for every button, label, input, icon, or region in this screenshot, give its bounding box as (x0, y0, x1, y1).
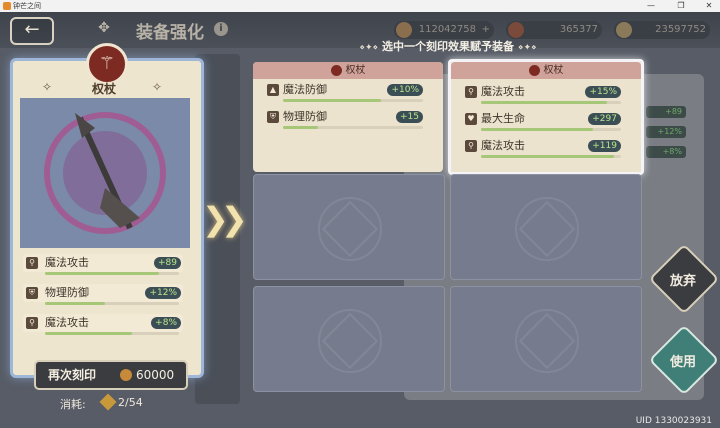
item-stat-row: ⚲ 魔法攻击 +8% (23, 314, 183, 335)
gem-icon (508, 22, 524, 38)
close-button[interactable]: ✕ (698, 0, 720, 12)
coin-icon (396, 22, 412, 38)
stat-label: 魔法攻击 (481, 139, 525, 152)
option-title: 权杖 (345, 65, 366, 76)
wand-icon: ⚲ (26, 317, 38, 329)
app-icon (3, 2, 11, 10)
discard-label: 放弃 (669, 274, 696, 289)
menu-icon[interactable]: ✥ (94, 18, 114, 38)
user-id: UID 1330023931 (635, 416, 712, 426)
scepter-emblem-icon (528, 64, 540, 76)
option-header: 权杖 (451, 62, 641, 79)
stat-label: 魔法攻击 (481, 85, 525, 98)
window-title: 钟芒之间 (13, 2, 41, 10)
stat-bonus: +15 (396, 111, 423, 123)
scepter-artwork (20, 98, 190, 248)
scepter-emblem-icon (330, 64, 342, 76)
consume-label: 消耗: (60, 398, 86, 411)
reengrave-button[interactable]: 再次刻印 60000 (34, 360, 188, 390)
stat-label: 魔法防御 (283, 83, 327, 96)
stat-label: 物理防御 (283, 110, 327, 123)
coin-value: 112042758 (418, 24, 476, 35)
instruction-text: ⋄✦⋄ 选中一个刻印效果赋予装备 ⋄✦⋄ (278, 38, 618, 54)
engrave-option-card-selected[interactable]: 权杖 ⚲ 魔法攻击 +15% ♥ 最大生命 +297 ⚲ 魔法攻击 +119 (448, 59, 644, 175)
stat-bar (45, 332, 132, 335)
stat-label: 魔法攻击 (45, 316, 89, 329)
shield-icon: ⛨ (26, 287, 38, 299)
side-stat-3: +8% (646, 146, 686, 158)
back-arrow-icon: ← (24, 19, 40, 40)
stamina-icon (616, 22, 632, 38)
reengrave-label: 再次刻印 (48, 368, 97, 382)
stat-bonus: +8% (151, 317, 181, 329)
option-title: 权杖 (543, 65, 564, 76)
stat-bar (283, 126, 318, 129)
empty-option-slot (253, 174, 445, 280)
stat-bonus: +10% (387, 84, 423, 96)
gem-icon (99, 393, 117, 411)
hat-icon: ▲ (267, 84, 279, 96)
stat-bar (481, 101, 607, 104)
side-stat-1: +89 (646, 106, 686, 118)
use-label: 使用 (669, 355, 696, 370)
consume-value: 2/54 (118, 396, 143, 409)
double-arrow-icon: ❯❯ (202, 200, 248, 238)
stat-bar (481, 128, 593, 131)
stat-bar (45, 302, 105, 305)
stat-bar (45, 272, 159, 275)
option-header: 权杖 (253, 62, 443, 79)
stat-bar (283, 99, 381, 102)
reengrave-cost: 60000 (136, 368, 175, 382)
equipment-title: 权杖 (91, 82, 116, 96)
gem-value: 365377 (559, 24, 598, 35)
stat-bonus: +297 (588, 113, 621, 125)
minimize-button[interactable]: — (640, 0, 662, 12)
stamina-counter: 23597752 (614, 21, 710, 39)
coin-counter[interactable]: 112042758 + (394, 21, 494, 39)
option-stat-row: ⛨ 物理防御 +15 (267, 109, 423, 129)
back-button[interactable]: ← (10, 17, 54, 45)
option-stat-row: ⚲ 魔法攻击 +119 (465, 138, 621, 158)
stat-bonus: +89 (154, 257, 181, 269)
empty-option-slot (450, 286, 642, 392)
stat-label: 魔法攻击 (45, 256, 89, 269)
option-stat-row: ⚲ 魔法攻击 +15% (465, 84, 621, 104)
heart-icon: ♥ (465, 113, 477, 125)
info-icon[interactable]: i (214, 22, 228, 36)
gem-counter: 365377 (506, 21, 602, 39)
empty-option-slot (253, 286, 445, 392)
maximize-button[interactable]: ❐ (670, 0, 692, 12)
wand-icon: ⚲ (26, 257, 38, 269)
side-stat-2: +12% (646, 126, 686, 138)
coin-icon (120, 369, 132, 381)
stat-bonus: +15% (585, 86, 621, 98)
empty-option-slot (450, 174, 642, 280)
item-stat-row: ⛨ 物理防御 +12% (23, 284, 183, 305)
stat-label: 物理防御 (45, 286, 89, 299)
coin-plus-icon[interactable]: + (482, 21, 490, 39)
ornament-right-icon: ⋄✦⋄ (517, 43, 537, 53)
ornament-left-icon: ⋄✦⋄ (359, 43, 379, 53)
wand-icon: ⚲ (465, 140, 477, 152)
item-stat-row: ⚲ 魔法攻击 +89 (23, 254, 183, 275)
option-stat-row: ♥ 最大生命 +297 (465, 111, 621, 131)
scepter-emblem-icon: ⚚ (86, 43, 128, 85)
wand-icon: ⚲ (465, 86, 477, 98)
stat-bar (481, 155, 614, 158)
option-stat-row: ▲ 魔法防御 +10% (267, 82, 423, 102)
stat-label: 最大生命 (481, 112, 525, 125)
page-title: 装备强化 (136, 23, 204, 43)
shield-icon: ⛨ (267, 111, 279, 123)
engrave-option-card[interactable]: 权杖 ▲ 魔法防御 +10% ⛨ 物理防御 +15 (253, 62, 443, 172)
stamina-value: 23597752 (655, 24, 706, 35)
instruction-label: 选中一个刻印效果赋予装备 (382, 40, 514, 53)
stat-bonus: +12% (145, 287, 181, 299)
stat-bonus: +119 (588, 140, 621, 152)
